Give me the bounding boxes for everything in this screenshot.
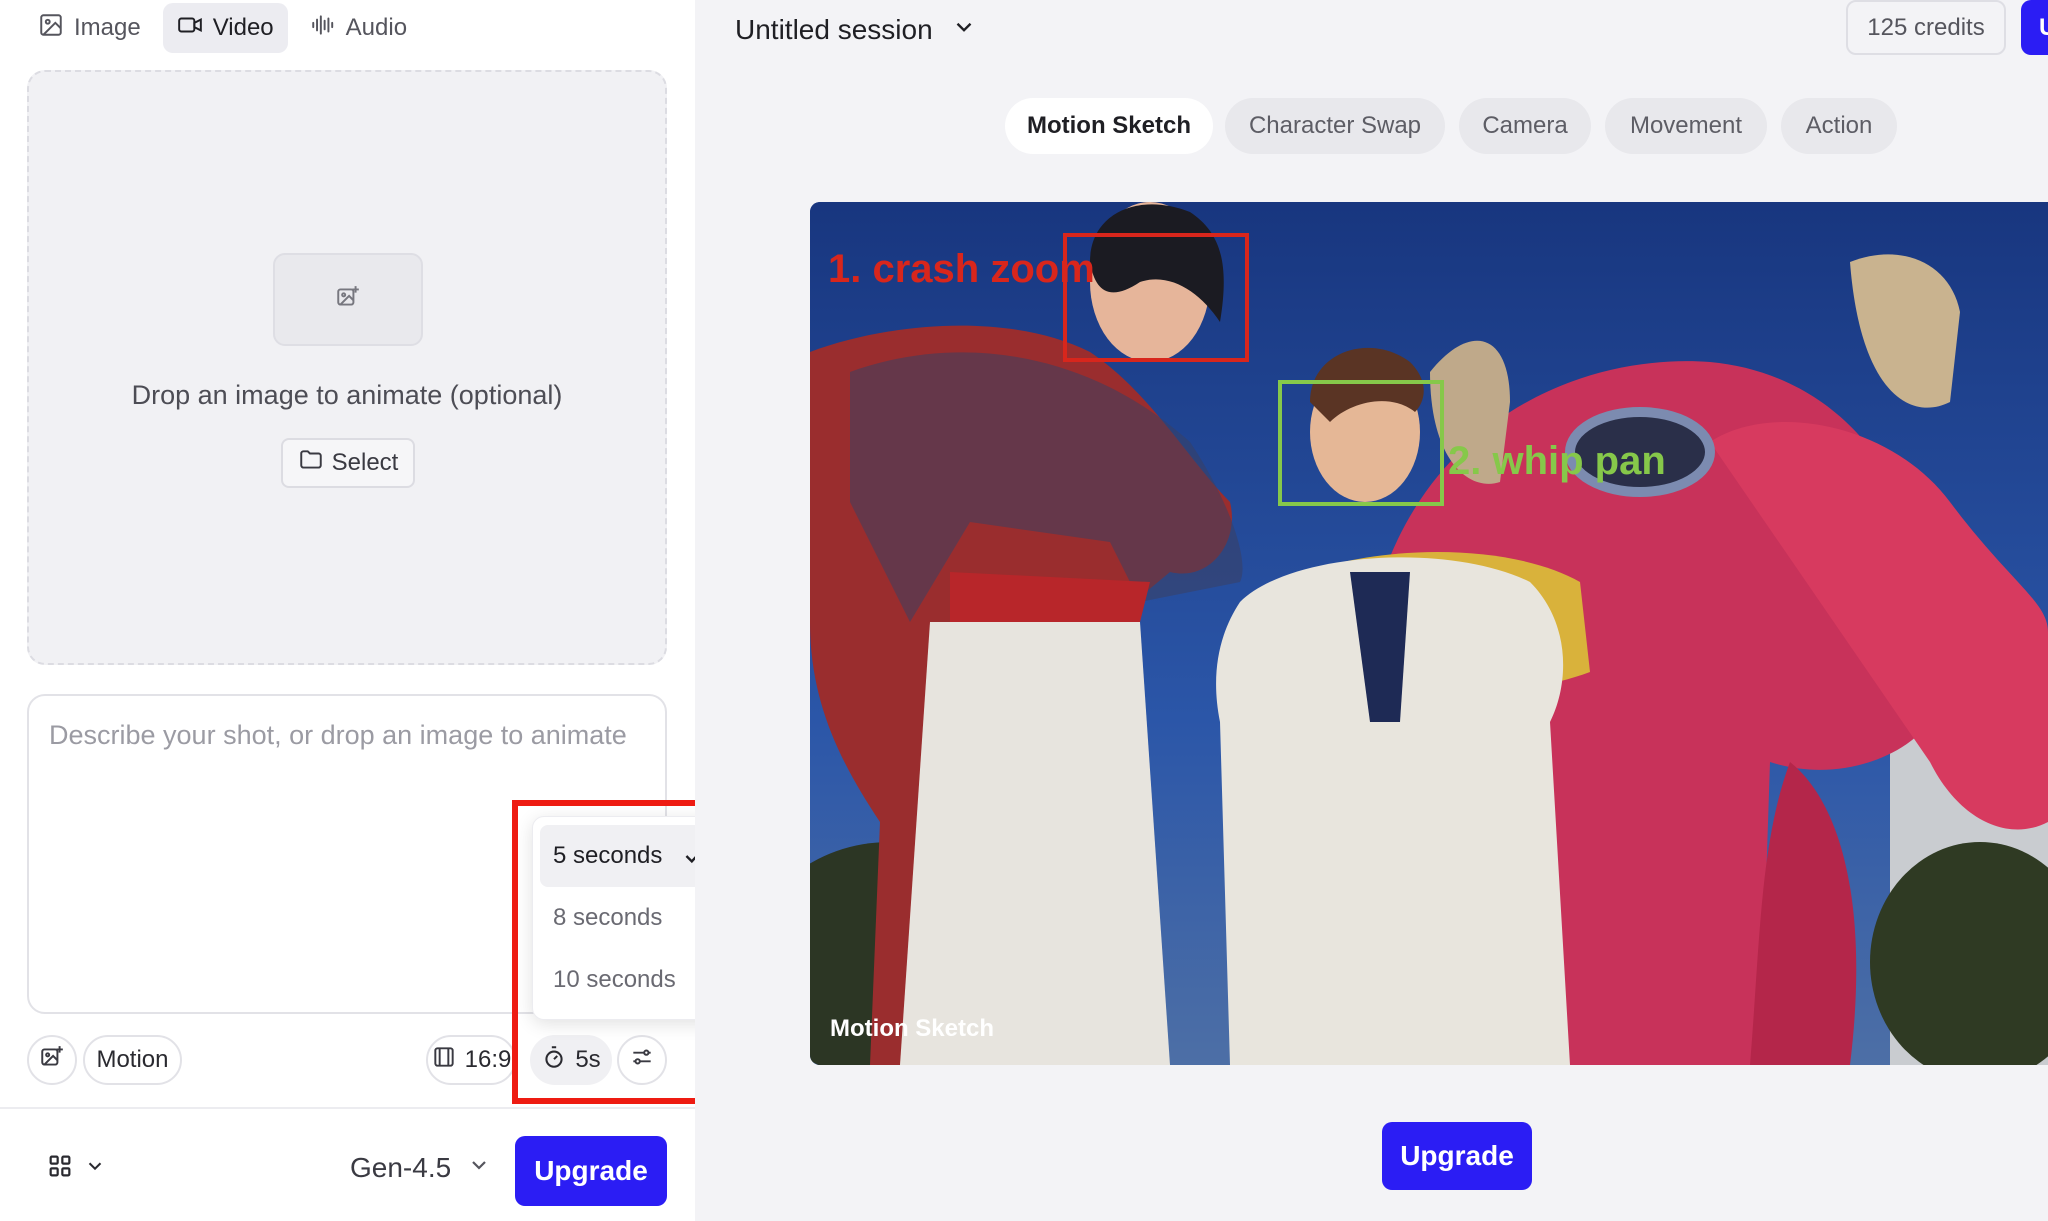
chevron-down-icon xyxy=(467,1152,491,1184)
add-image-icon xyxy=(39,1044,65,1077)
duration-button[interactable]: 5s xyxy=(530,1035,612,1085)
audio-waveform-icon xyxy=(310,12,336,45)
mode-tabs: Image Video Audio xyxy=(24,0,421,56)
chip-motion-sketch[interactable]: Motion Sketch xyxy=(1005,98,1213,154)
chip-character-swap[interactable]: Character Swap xyxy=(1225,98,1445,154)
upgrade-top-button[interactable]: U xyxy=(2021,0,2048,55)
chevron-down-icon xyxy=(84,1155,106,1182)
tab-video[interactable]: Video xyxy=(162,3,288,53)
session-title-dropdown[interactable]: Untitled session xyxy=(735,10,977,50)
video-icon xyxy=(177,12,203,45)
settings-button[interactable] xyxy=(617,1035,667,1085)
duration-option-8s[interactable]: 8 seconds xyxy=(540,887,721,949)
duration-option-label: 8 seconds xyxy=(553,904,663,931)
folder-icon xyxy=(298,447,324,480)
add-image-button[interactable] xyxy=(27,1035,77,1085)
chip-camera[interactable]: Camera xyxy=(1459,98,1591,154)
sliders-icon xyxy=(629,1044,655,1077)
model-label: Gen-4.5 xyxy=(350,1152,452,1183)
select-file-label: Select xyxy=(331,449,399,476)
grid-icon xyxy=(46,1152,74,1185)
stopwatch-icon xyxy=(541,1044,567,1077)
chevron-down-icon xyxy=(951,14,977,47)
add-image-icon xyxy=(335,284,361,315)
preview-illustration: 1. crash zoom 2. whip pan xyxy=(810,202,2048,1065)
duration-option-10s[interactable]: 10 seconds xyxy=(540,949,721,1011)
chip-action[interactable]: Action xyxy=(1781,98,1897,154)
motion-label: Motion xyxy=(96,1046,169,1073)
upgrade-button[interactable]: Upgrade xyxy=(515,1136,667,1206)
right-panel: Untitled session 125 credits U Motion Sk… xyxy=(695,0,2048,1221)
select-file-button[interactable]: Select xyxy=(281,438,415,488)
left-panel: Image Video Audio Drop an image to anima… xyxy=(0,0,695,1221)
preview-caption: Motion Sketch xyxy=(830,1015,995,1042)
image-dropzone[interactable]: Drop an image to animate (optional) Sele… xyxy=(27,70,667,665)
annotation-label-1: 1. crash zoom xyxy=(828,247,1095,291)
credits-badge[interactable]: 125 credits xyxy=(1846,0,2006,55)
view-toggle-button[interactable] xyxy=(46,1152,106,1185)
chip-movement[interactable]: Movement xyxy=(1605,98,1767,154)
aspect-ratio-button[interactable]: 16:9 xyxy=(426,1035,516,1085)
model-select[interactable]: Gen-4.5 xyxy=(350,1152,491,1184)
preview-image[interactable]: 1. crash zoom 2. whip pan Motion Sketch xyxy=(810,202,2048,1065)
aspect-ratio-icon xyxy=(431,1044,457,1077)
annotation-label-2: 2. whip pan xyxy=(1448,439,1666,483)
aspect-ratio-label: 16:9 xyxy=(464,1046,512,1073)
image-icon xyxy=(38,12,64,45)
footer-divider xyxy=(0,1107,695,1109)
duration-option-5s[interactable]: 5 seconds xyxy=(540,825,721,887)
dropzone-text: Drop an image to animate (optional) xyxy=(131,380,563,410)
duration-option-label: 10 seconds xyxy=(553,966,676,993)
tab-image-label: Image xyxy=(74,14,141,41)
duration-label: 5s xyxy=(575,1046,601,1073)
motion-button[interactable]: Motion xyxy=(83,1035,182,1085)
tab-audio-label: Audio xyxy=(345,14,408,41)
dropzone-upload-button[interactable] xyxy=(273,253,423,346)
tab-video-label: Video xyxy=(212,14,274,41)
session-title: Untitled session xyxy=(735,14,933,45)
tab-image[interactable]: Image xyxy=(24,3,155,53)
tab-audio[interactable]: Audio xyxy=(296,3,421,53)
duration-option-label: 5 seconds xyxy=(553,842,663,869)
generation-controls: Motion 16:9 5s xyxy=(27,1035,667,1085)
upgrade-center-button[interactable]: Upgrade xyxy=(1382,1122,1532,1190)
